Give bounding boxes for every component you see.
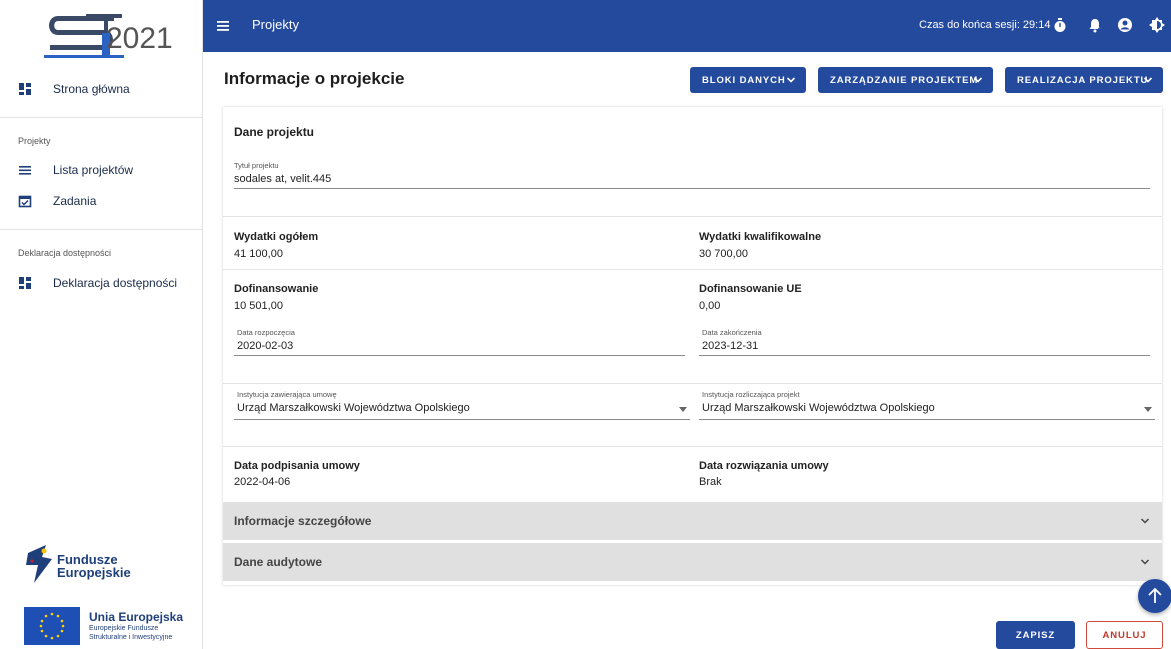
account-icon[interactable] — [1116, 16, 1134, 34]
eligible-expenses-label: Wydatki kwalifikowalne — [699, 231, 822, 243]
data-blocks-label: BLOKI DANYCH — [702, 74, 786, 86]
eu-logo-line3: Strukturalne i Inwestycyjne — [89, 634, 173, 641]
data-blocks-button[interactable]: BLOKI DANYCH — [690, 67, 806, 93]
eligible-expenses-value: 30 700,00 — [699, 248, 748, 260]
notifications-icon[interactable] — [1086, 16, 1104, 34]
app-title: Projekty — [252, 17, 299, 32]
dropdown-arrow-icon — [679, 407, 687, 412]
divider — [223, 383, 1162, 384]
logo-text: 2021 — [106, 22, 173, 55]
end-date-input[interactable]: 2023-12-31 — [702, 340, 1150, 355]
eu-logo-line1: Unia Europejska — [89, 610, 184, 624]
save-button[interactable]: ZAPISZ — [996, 621, 1075, 649]
chevron-down-icon — [973, 77, 983, 83]
project-realization-label: REALIZACJA PROJEKTU — [1017, 74, 1149, 86]
signing-date-value: 2022-04-06 — [234, 476, 291, 488]
sidebar: 2021 Strona główna Projekty Lista projek… — [0, 0, 203, 649]
section-label-projects: Projekty — [18, 136, 51, 146]
field-underline — [234, 355, 685, 356]
termination-date-label: Data rozwiązania umowy — [699, 460, 829, 472]
session-timer: Czas do końca sesji: 29:14 — [919, 19, 1051, 31]
scroll-to-top-button[interactable] — [1138, 579, 1171, 613]
dropdown-arrow-icon — [1144, 407, 1152, 412]
chevron-down-icon — [1140, 518, 1150, 524]
funding-value: 10 501,00 — [234, 300, 283, 312]
timer-icon[interactable] — [1051, 16, 1069, 34]
start-date-input[interactable]: 2020-02-03 — [237, 340, 685, 355]
sidebar-item-projects-list[interactable]: Lista projektów — [0, 157, 203, 183]
sidebar-item-label: Deklaracja dostępności — [53, 276, 178, 290]
total-expenses-value: 41 100,00 — [234, 248, 283, 260]
project-management-button[interactable]: ZARZĄDZANIE PROJEKTEM — [818, 67, 993, 93]
divider — [223, 216, 1162, 217]
arrow-up-icon — [1148, 587, 1162, 603]
eu-logo-line2: Europejskie Fundusze — [89, 625, 159, 632]
menu-icon[interactable] — [215, 17, 233, 35]
fe-logo-line2: Europejskie — [57, 565, 131, 580]
sidebar-item-tasks[interactable]: Zadania — [0, 188, 203, 214]
eu-logo: Unia Europejska Europejskie Fundusze Str… — [24, 607, 202, 645]
start-date-label: Data rozpoczęcia — [237, 328, 295, 337]
page-title: Informacje o projekcie — [224, 69, 405, 88]
settling-institution-select[interactable]: Urząd Marszałkowski Województwa Opolskie… — [702, 402, 1154, 418]
funding-label: Dofinansowanie — [234, 283, 319, 295]
sidebar-item-label: Zadania — [53, 194, 97, 208]
divider — [0, 229, 203, 230]
field-underline — [699, 419, 1155, 420]
project-management-label: ZARZĄDZANIE PROJEKTEM — [830, 74, 979, 86]
end-date-label: Data zakończenia — [702, 328, 762, 337]
app-logo[interactable]: 2021 — [44, 10, 174, 62]
signing-date-label: Data podpisania umowy — [234, 460, 360, 472]
section-label-accessibility: Deklaracja dostępności — [18, 248, 112, 258]
top-app-bar: Projekty Czas do końca sesji: 29:14 — [203, 0, 1171, 52]
dashboard-icon — [19, 83, 31, 95]
contracting-institution-select[interactable]: Urząd Marszałkowski Województwa Opolskie… — [237, 402, 689, 418]
settling-institution-label: Instytucja rozliczająca projekt — [702, 390, 800, 399]
total-expenses-label: Wydatki ogółem — [234, 231, 319, 243]
contrast-icon[interactable] — [1148, 16, 1166, 34]
dashboard-icon — [19, 277, 31, 289]
accordion-label: Informacje szczegółowe — [234, 514, 372, 528]
chevron-down-icon — [1140, 559, 1150, 565]
accordion-audit-data[interactable]: Dane audytowe — [223, 543, 1162, 581]
project-realization-button[interactable]: REALIZACJA PROJEKTU — [1005, 67, 1163, 93]
eu-funding-label: Dofinansowanie UE — [699, 283, 802, 295]
divider — [223, 269, 1162, 270]
termination-date-value: Brak — [699, 476, 722, 488]
section-title-project-data: Dane projektu — [234, 125, 315, 139]
calendar-check-icon — [18, 195, 32, 208]
field-underline — [234, 419, 690, 420]
chevron-down-icon — [786, 77, 796, 83]
cancel-button[interactable]: ANULUJ — [1086, 621, 1163, 649]
divider — [0, 117, 203, 118]
sidebar-item-label: Strona główna — [53, 82, 130, 96]
sidebar-item-home[interactable]: Strona główna — [0, 76, 203, 102]
divider — [223, 446, 1162, 447]
sidebar-item-label: Lista projektów — [53, 163, 134, 177]
accordion-detailed-info[interactable]: Informacje szczegółowe — [223, 502, 1162, 540]
list-icon — [19, 166, 31, 175]
project-title-input[interactable]: sodales at, velit.445 — [234, 173, 1150, 189]
project-title-label: Tytuł projektu — [234, 161, 279, 170]
chevron-down-icon — [1143, 77, 1153, 83]
field-underline — [234, 188, 1150, 189]
fundusze-europejskie-logo: Fundusze Europejskie — [24, 543, 164, 588]
field-underline — [699, 355, 1150, 356]
sidebar-item-accessibility[interactable]: Deklaracja dostępności — [0, 270, 203, 296]
accordion-label: Dane audytowe — [234, 555, 323, 569]
contracting-institution-label: Instytucja zawierająca umowę — [237, 390, 337, 399]
eu-funding-value: 0,00 — [699, 300, 721, 312]
